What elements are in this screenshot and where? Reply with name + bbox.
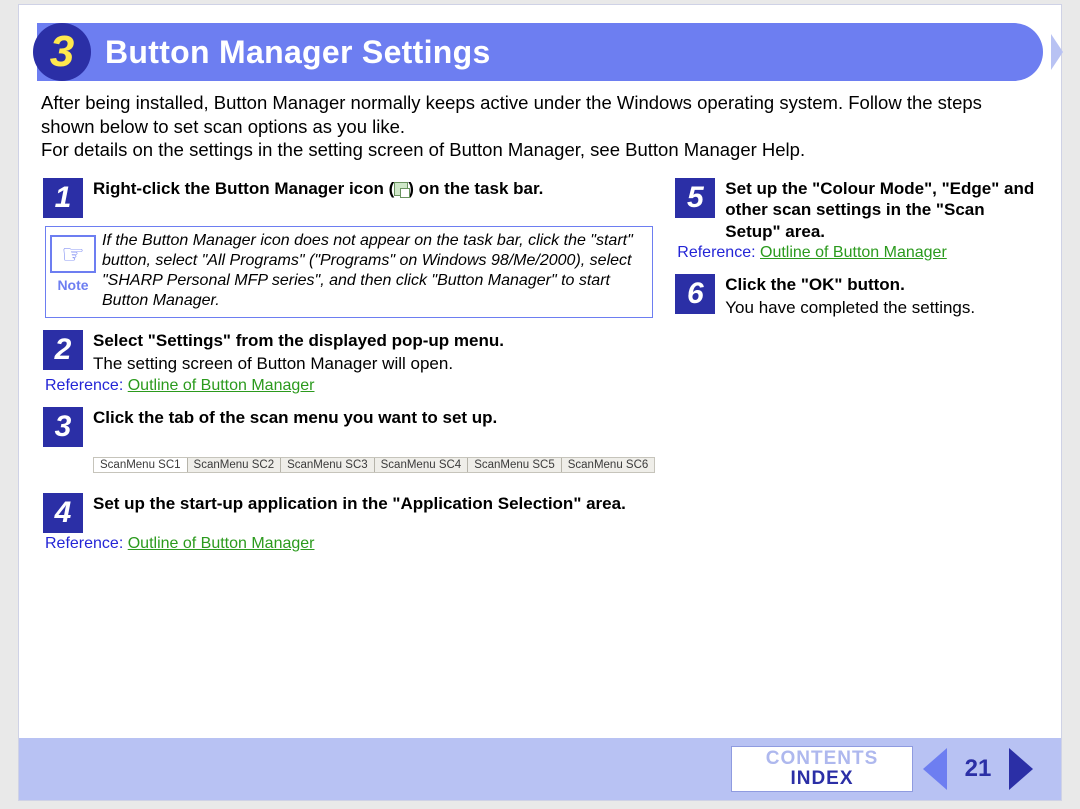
reference-link[interactable]: Outline of Button Manager xyxy=(760,244,947,261)
step-heading: Set up the "Colour Mode", "Edge" and oth… xyxy=(725,178,1043,242)
step-number-badge: 3 xyxy=(43,407,83,447)
intro-text: After being installed, Button Manager no… xyxy=(41,91,1039,162)
next-page-arrow-icon[interactable] xyxy=(1009,748,1033,790)
chapter-titlebar: 3 Button Manager Settings xyxy=(37,23,1043,81)
reference-label: Reference: xyxy=(45,377,123,394)
nav-link-box: CONTENTS INDEX xyxy=(731,746,913,792)
page: 3 Button Manager Settings After being in… xyxy=(18,4,1062,801)
titlebar-arrow-icon xyxy=(1051,34,1063,70)
step-3: 3 Click the tab of the scan menu you wan… xyxy=(43,407,655,447)
scan-menu-tab[interactable]: ScanMenu SC6 xyxy=(562,458,655,472)
step-number-badge: 2 xyxy=(43,330,83,370)
prev-page-arrow-icon[interactable] xyxy=(923,748,947,790)
step-5: 5 Set up the "Colour Mode", "Edge" and o… xyxy=(675,178,1043,242)
step-heading: Set up the start-up application in the "… xyxy=(93,493,655,514)
note-label: Note xyxy=(57,277,88,293)
scan-menu-tab[interactable]: ScanMenu SC3 xyxy=(281,458,375,472)
step-number-badge: 4 xyxy=(43,493,83,533)
reference-label: Reference: xyxy=(45,535,123,552)
reference-link[interactable]: Outline of Button Manager xyxy=(128,377,315,394)
step-6: 6 Click the "OK" button. You have comple… xyxy=(675,274,1043,319)
chapter-title: Button Manager Settings xyxy=(105,34,491,71)
step-heading: Click the "OK" button. xyxy=(725,274,1043,295)
step-number-badge: 1 xyxy=(43,178,83,218)
step-heading: Select "Settings" from the displayed pop… xyxy=(93,330,655,351)
button-manager-icon xyxy=(394,182,408,196)
scan-menu-tab[interactable]: ScanMenu SC4 xyxy=(375,458,469,472)
intro-paragraph: For details on the settings in the setti… xyxy=(41,138,1039,162)
scan-menu-tab[interactable]: ScanMenu SC2 xyxy=(188,458,282,472)
step-number-badge: 6 xyxy=(675,274,715,314)
step-1: 1 Right-click the Button Manager icon ()… xyxy=(43,178,655,218)
reference-link[interactable]: Outline of Button Manager xyxy=(128,535,315,552)
index-link[interactable]: INDEX xyxy=(790,769,853,789)
step-description: You have completed the settings. xyxy=(725,297,1043,318)
step-description: The setting screen of Button Manager wil… xyxy=(93,353,655,374)
reference-line: Reference: Outline of Button Manager xyxy=(45,377,655,395)
scan-menu-tab[interactable]: ScanMenu SC5 xyxy=(468,458,562,472)
steps-container: 1 Right-click the Button Manager icon ()… xyxy=(43,172,1043,565)
intro-paragraph: After being installed, Button Manager no… xyxy=(41,91,1039,138)
page-number: 21 xyxy=(961,755,995,783)
step-heading: Right-click the Button Manager icon () o… xyxy=(93,179,543,198)
step-4: 4 Set up the start-up application in the… xyxy=(43,493,655,533)
step-2: 2 Select "Settings" from the displayed p… xyxy=(43,330,655,375)
steps-left-column: 1 Right-click the Button Manager icon ()… xyxy=(43,172,655,565)
steps-right-column: 5 Set up the "Colour Mode", "Edge" and o… xyxy=(675,172,1043,565)
reference-line: Reference: Outline of Button Manager xyxy=(45,535,655,553)
note-callout: ☞ Note If the Button Manager icon does n… xyxy=(45,226,653,318)
chapter-number-badge: 3 xyxy=(33,23,91,81)
scan-menu-tabstrip: ScanMenu SC1 ScanMenu SC2 ScanMenu SC3 S… xyxy=(93,457,655,473)
reference-line: Reference: Outline of Button Manager xyxy=(677,244,1043,262)
contents-link[interactable]: CONTENTS xyxy=(766,749,879,769)
scan-menu-tab[interactable]: ScanMenu SC1 xyxy=(94,458,188,472)
reference-label: Reference: xyxy=(677,244,755,261)
pointing-hand-icon: ☞ xyxy=(50,235,96,273)
step-number-badge: 5 xyxy=(675,178,715,218)
step-heading: Click the tab of the scan menu you want … xyxy=(93,407,655,428)
footer-bar: CONTENTS INDEX 21 xyxy=(19,738,1061,800)
note-text: If the Button Manager icon does not appe… xyxy=(102,231,646,311)
